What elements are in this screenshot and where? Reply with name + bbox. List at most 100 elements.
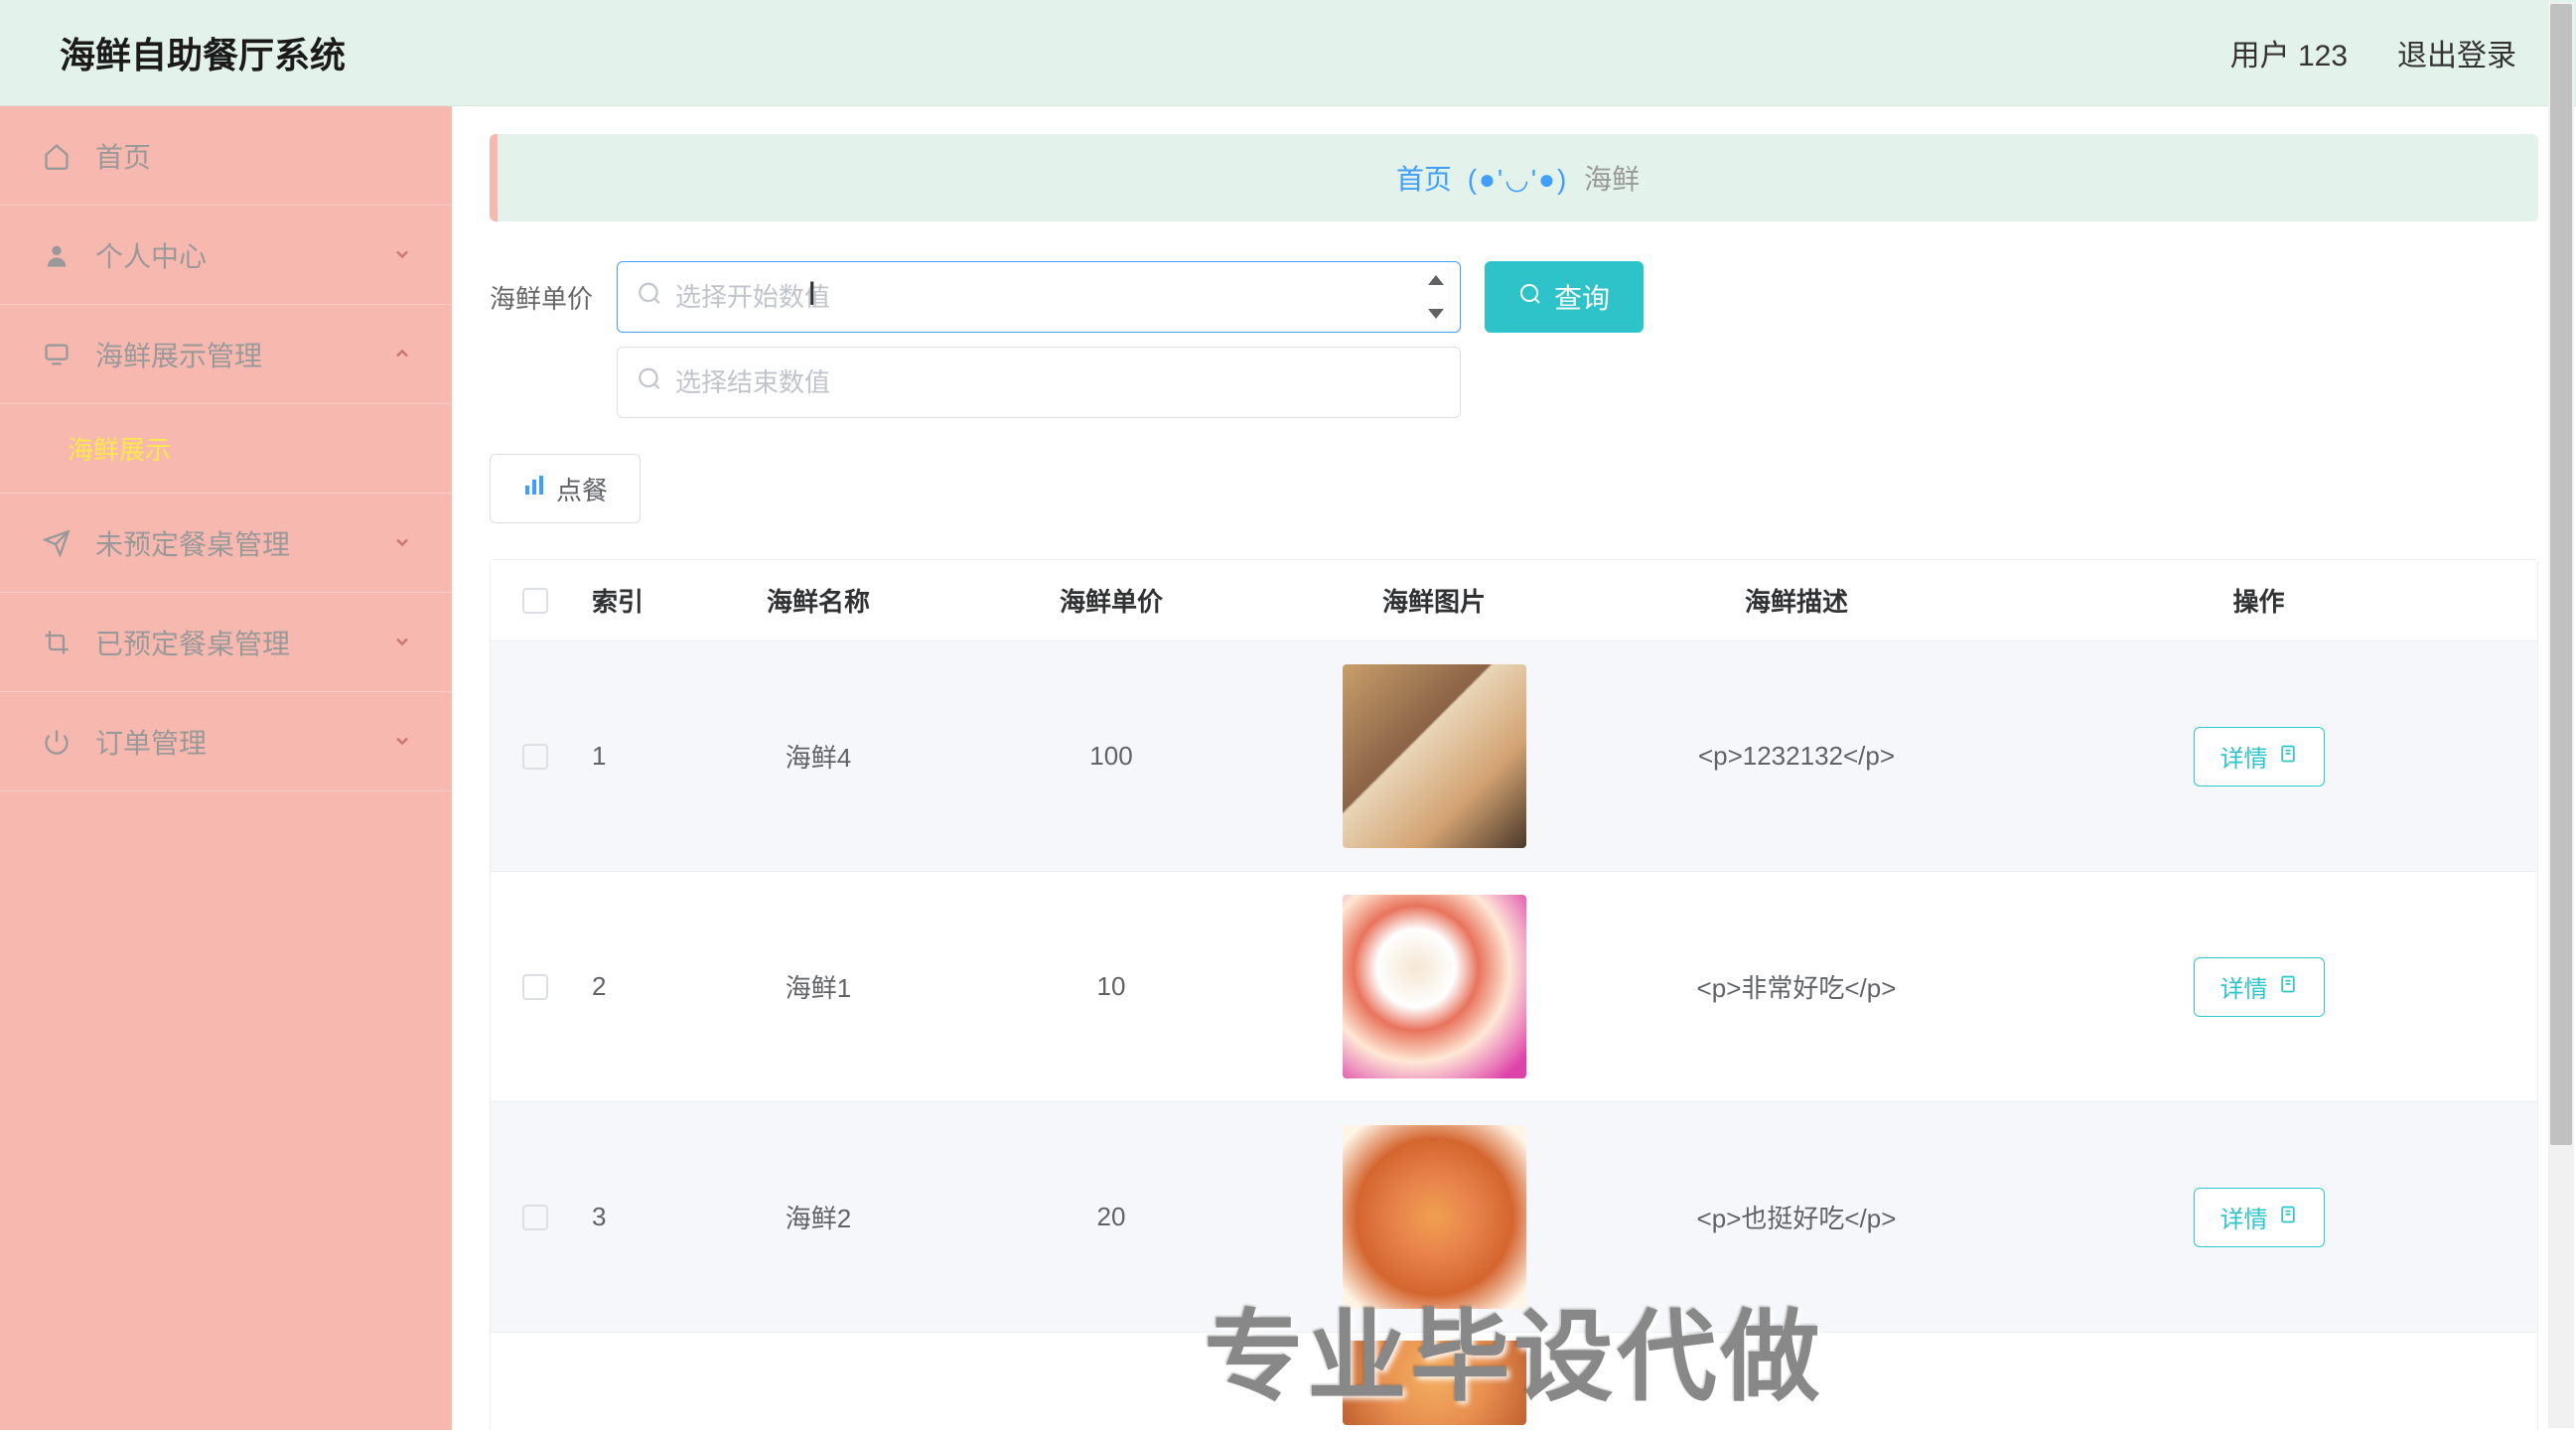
header-right: 用户 123 退出登录 bbox=[2230, 31, 2516, 74]
search-inputs: I bbox=[617, 261, 1461, 418]
cell-desc: <p>1232132</p> bbox=[1613, 741, 1980, 772]
search-label: 海鲜单价 bbox=[490, 261, 593, 316]
th-idx: 索引 bbox=[580, 560, 669, 641]
header: 海鲜自助餐厅系统 用户 123 退出登录 bbox=[0, 0, 2576, 106]
cell-name: 海鲜4 bbox=[669, 738, 967, 775]
th-img: 海鲜图片 bbox=[1255, 560, 1613, 641]
sidebar-sub-label: 海鲜展示 bbox=[68, 430, 171, 467]
breadcrumb: 首页 (●'◡'●) 海鲜 bbox=[490, 134, 2538, 221]
chevron-up-icon bbox=[392, 339, 412, 370]
cell-price: 100 bbox=[967, 741, 1255, 772]
app-title: 海鲜自助餐厅系统 bbox=[60, 27, 346, 78]
row-checkbox[interactable] bbox=[522, 744, 548, 770]
cell-desc: <p>非常好吃</p> bbox=[1613, 968, 1980, 1005]
crop-icon bbox=[40, 626, 73, 659]
cell-price: 20 bbox=[967, 1202, 1255, 1232]
cell-image[interactable] bbox=[1343, 1341, 1526, 1425]
breadcrumb-current: 海鲜 bbox=[1584, 164, 1640, 195]
sidebar-sub-seafood-display[interactable]: 海鲜展示 bbox=[0, 404, 452, 494]
th-name: 海鲜名称 bbox=[669, 560, 967, 641]
home-icon bbox=[40, 139, 73, 173]
user-label[interactable]: 用户 123 bbox=[2230, 31, 2348, 74]
query-button-label: 查询 bbox=[1554, 277, 1610, 317]
layout: 首页 个人中心 海鲜展示管理 海鲜展示 未 bbox=[0, 106, 2576, 1430]
sidebar-item-label: 已预定餐桌管理 bbox=[95, 623, 290, 662]
chevron-down-icon bbox=[392, 726, 412, 758]
scrollbar[interactable] bbox=[2548, 2, 2574, 1428]
row-checkbox[interactable] bbox=[522, 974, 548, 1000]
cell-idx: 1 bbox=[580, 741, 669, 772]
breadcrumb-sep: (●'◡'●) bbox=[1468, 164, 1569, 195]
table-row bbox=[491, 1333, 2537, 1430]
detail-button-label: 详情 bbox=[2220, 739, 2268, 774]
plane-icon bbox=[40, 526, 73, 560]
th-desc: 海鲜描述 bbox=[1613, 560, 1980, 641]
breadcrumb-home[interactable]: 首页 bbox=[1396, 164, 1452, 195]
power-icon bbox=[40, 725, 73, 759]
table-row: 2 海鲜1 10 <p>非常好吃</p> 详情 bbox=[491, 872, 2537, 1102]
cell-name: 海鲜1 bbox=[669, 968, 967, 1005]
start-value-wrap: I bbox=[617, 261, 1461, 333]
sidebar-item-label: 首页 bbox=[95, 136, 151, 176]
sidebar-item-home[interactable]: 首页 bbox=[0, 106, 452, 206]
detail-button[interactable]: 详情 bbox=[2194, 727, 2325, 786]
sidebar-item-seafood-display[interactable]: 海鲜展示管理 bbox=[0, 305, 452, 404]
cell-price: 10 bbox=[967, 971, 1255, 1002]
sidebar-item-unreserved[interactable]: 未预定餐桌管理 bbox=[0, 494, 452, 593]
search-icon bbox=[1518, 281, 1542, 313]
search-icon bbox=[637, 281, 662, 314]
sidebar-item-label: 海鲜展示管理 bbox=[95, 335, 262, 374]
sidebar: 首页 个人中心 海鲜展示管理 海鲜展示 未 bbox=[0, 106, 452, 1430]
display-icon bbox=[40, 338, 73, 371]
scrollbar-thumb[interactable] bbox=[2550, 4, 2572, 1145]
cell-desc: <p>也挺好吃</p> bbox=[1613, 1199, 1980, 1235]
cell-image[interactable] bbox=[1343, 1125, 1526, 1309]
cell-name: 海鲜2 bbox=[669, 1199, 967, 1235]
sidebar-item-reserved[interactable]: 已预定餐桌管理 bbox=[0, 593, 452, 692]
table-row: 1 海鲜4 100 <p>1232132</p> 详情 bbox=[491, 642, 2537, 872]
chevron-down-icon bbox=[392, 527, 412, 559]
logout-link[interactable]: 退出登录 bbox=[2397, 31, 2516, 74]
cell-image[interactable] bbox=[1343, 895, 1526, 1078]
cell-idx: 3 bbox=[580, 1202, 669, 1232]
table-row: 3 海鲜2 20 <p>也挺好吃</p> 详情 bbox=[491, 1102, 2537, 1333]
order-button-label: 点餐 bbox=[556, 471, 608, 507]
document-icon bbox=[2278, 1204, 2298, 1231]
text-cursor-icon: I bbox=[807, 275, 809, 315]
bar-chart-icon bbox=[522, 474, 546, 504]
cell-idx: 2 bbox=[580, 971, 669, 1002]
detail-button[interactable]: 详情 bbox=[2194, 1188, 2325, 1247]
spinner-down[interactable] bbox=[1421, 303, 1451, 325]
sidebar-item-label: 未预定餐桌管理 bbox=[95, 523, 290, 563]
document-icon bbox=[2278, 743, 2298, 771]
detail-button-label: 详情 bbox=[2220, 969, 2268, 1004]
search-icon bbox=[637, 366, 662, 399]
end-value-input[interactable] bbox=[617, 347, 1461, 418]
table: 索引 海鲜名称 海鲜单价 海鲜图片 海鲜描述 操作 1 海鲜4 100 <p>1… bbox=[490, 559, 2538, 1430]
chevron-down-icon bbox=[392, 627, 412, 658]
chevron-down-icon bbox=[392, 239, 412, 271]
order-button[interactable]: 点餐 bbox=[490, 454, 641, 523]
number-spinner bbox=[1421, 269, 1451, 325]
start-value-input[interactable] bbox=[617, 261, 1461, 333]
th-op: 操作 bbox=[1980, 560, 2537, 641]
search-row: 海鲜单价 I bbox=[490, 261, 2538, 418]
sidebar-item-label: 个人中心 bbox=[95, 235, 207, 275]
th-price: 海鲜单价 bbox=[967, 560, 1255, 641]
query-button[interactable]: 查询 bbox=[1485, 261, 1644, 333]
sidebar-item-orders[interactable]: 订单管理 bbox=[0, 692, 452, 791]
sidebar-item-personal[interactable]: 个人中心 bbox=[0, 206, 452, 305]
detail-button[interactable]: 详情 bbox=[2194, 957, 2325, 1017]
cell-image[interactable] bbox=[1343, 664, 1526, 848]
table-header: 索引 海鲜名称 海鲜单价 海鲜图片 海鲜描述 操作 bbox=[491, 560, 2537, 642]
sidebar-item-label: 订单管理 bbox=[95, 722, 207, 762]
spinner-up[interactable] bbox=[1421, 269, 1451, 291]
main-content: 首页 (●'◡'●) 海鲜 海鲜单价 I bbox=[452, 106, 2576, 1430]
user-icon bbox=[40, 238, 73, 272]
end-value-wrap bbox=[617, 347, 1461, 418]
document-icon bbox=[2278, 973, 2298, 1001]
th-check bbox=[491, 560, 580, 641]
detail-button-label: 详情 bbox=[2220, 1200, 2268, 1234]
select-all-checkbox[interactable] bbox=[522, 588, 548, 614]
row-checkbox[interactable] bbox=[522, 1205, 548, 1230]
